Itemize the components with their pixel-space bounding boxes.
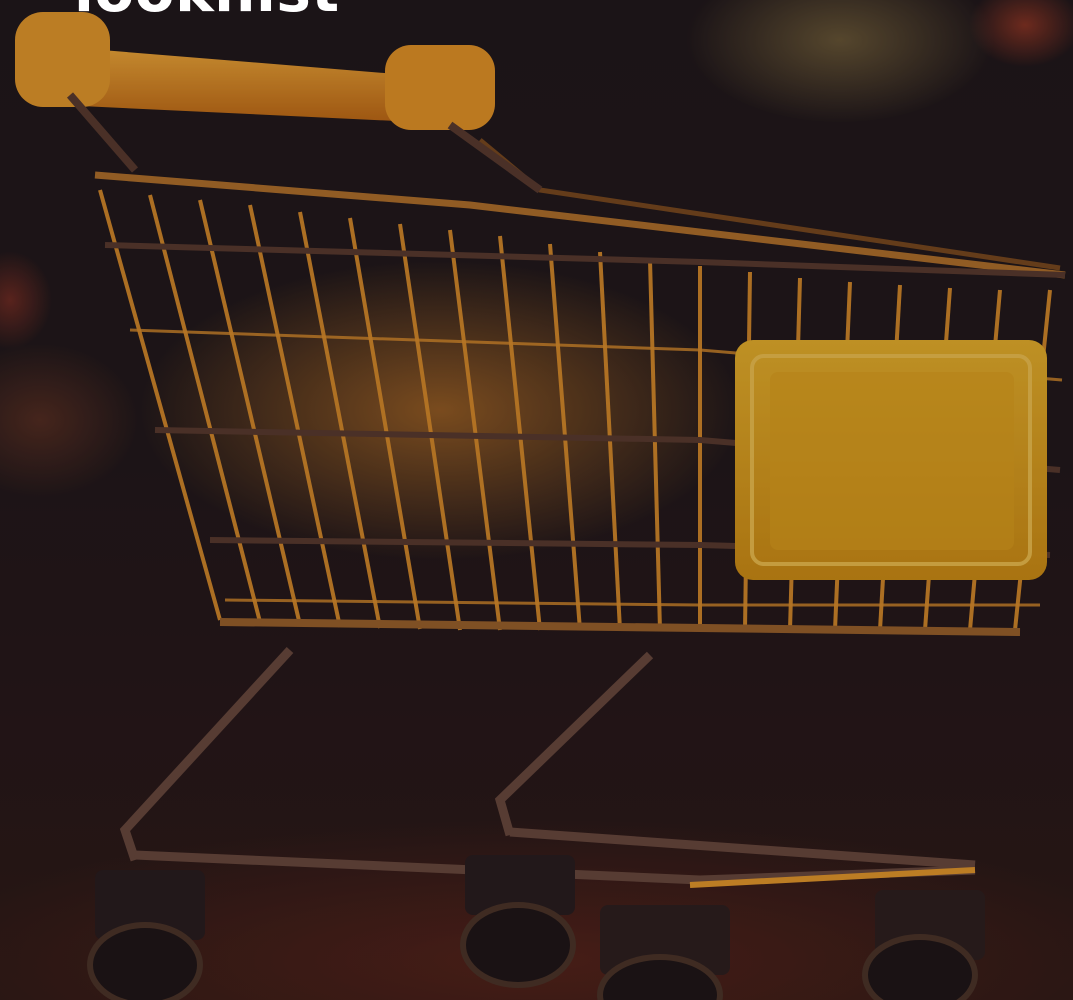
shopping-cart-icon <box>0 0 1073 1000</box>
hero-banner: lookhist <box>0 0 1073 1000</box>
hero-headline: lookhist <box>74 0 340 20</box>
